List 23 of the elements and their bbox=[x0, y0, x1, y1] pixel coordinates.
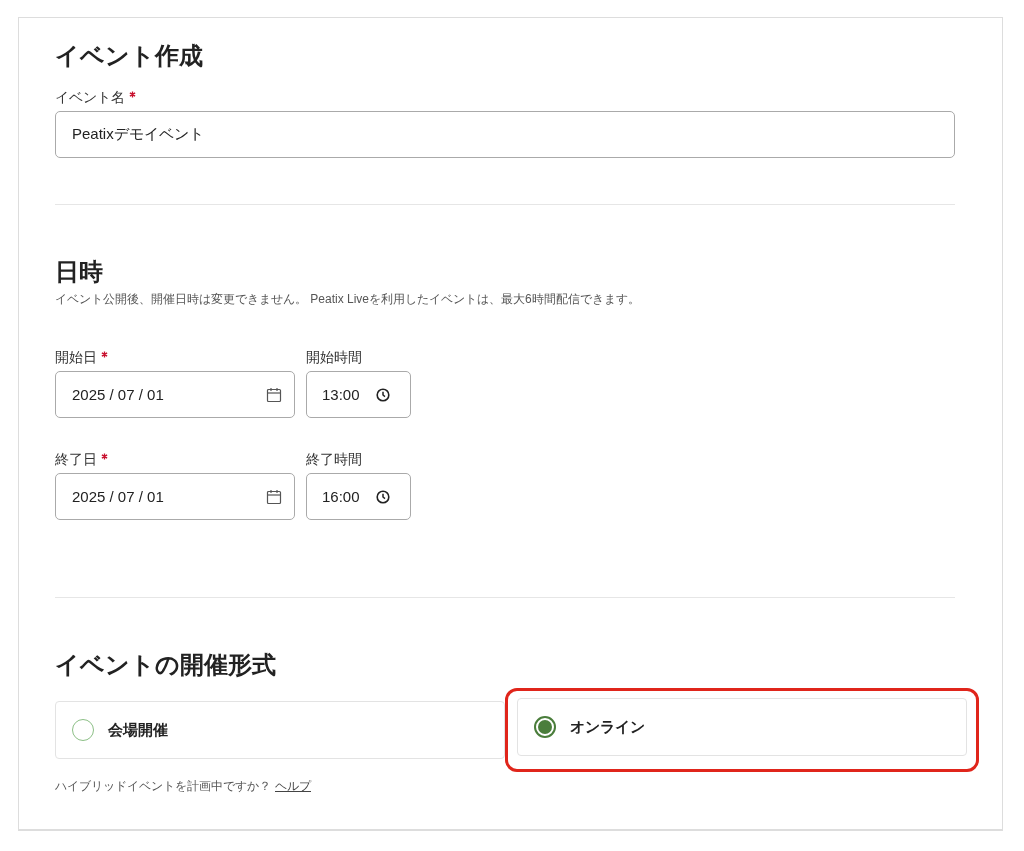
radio-option[interactable]: オンライン bbox=[517, 698, 967, 756]
calendar-icon bbox=[266, 488, 282, 505]
page-title: イベント作成 bbox=[55, 41, 204, 71]
time-field[interactable]: 16:00 bbox=[306, 473, 411, 520]
field-label: 終了時間 bbox=[306, 450, 362, 468]
section-note: イベント公開後、開催日時は変更できません。 Peatix Liveを利用したイベントは、最大6時間配信できます。 bbox=[55, 291, 641, 308]
section-heading: 日時 bbox=[55, 257, 104, 287]
clock-icon bbox=[376, 387, 390, 402]
date-field[interactable]: 2025 / 07 / 01 bbox=[55, 371, 295, 418]
section-heading: イベントの開催形式 bbox=[55, 650, 277, 680]
clock-icon bbox=[376, 489, 390, 504]
field-label: 終了日 bbox=[55, 450, 97, 468]
calendar-icon bbox=[266, 386, 282, 403]
event-name-field[interactable]: Peatixデモイベント bbox=[55, 111, 955, 158]
radio-option[interactable]: 会場開催 bbox=[55, 701, 505, 759]
field-label: 開始日 bbox=[55, 348, 97, 366]
radio-button bbox=[534, 716, 556, 738]
time-field[interactable]: 13:00 bbox=[306, 371, 411, 418]
field-label: 開始時間 bbox=[306, 348, 362, 366]
field-label: イベント名 bbox=[55, 88, 125, 106]
hint-text: ハイブリッドイベントを計画中ですか？ bbox=[55, 778, 271, 795]
help-link[interactable]: ヘルプ bbox=[275, 778, 311, 795]
date-field[interactable]: 2025 / 07 / 01 bbox=[55, 473, 295, 520]
